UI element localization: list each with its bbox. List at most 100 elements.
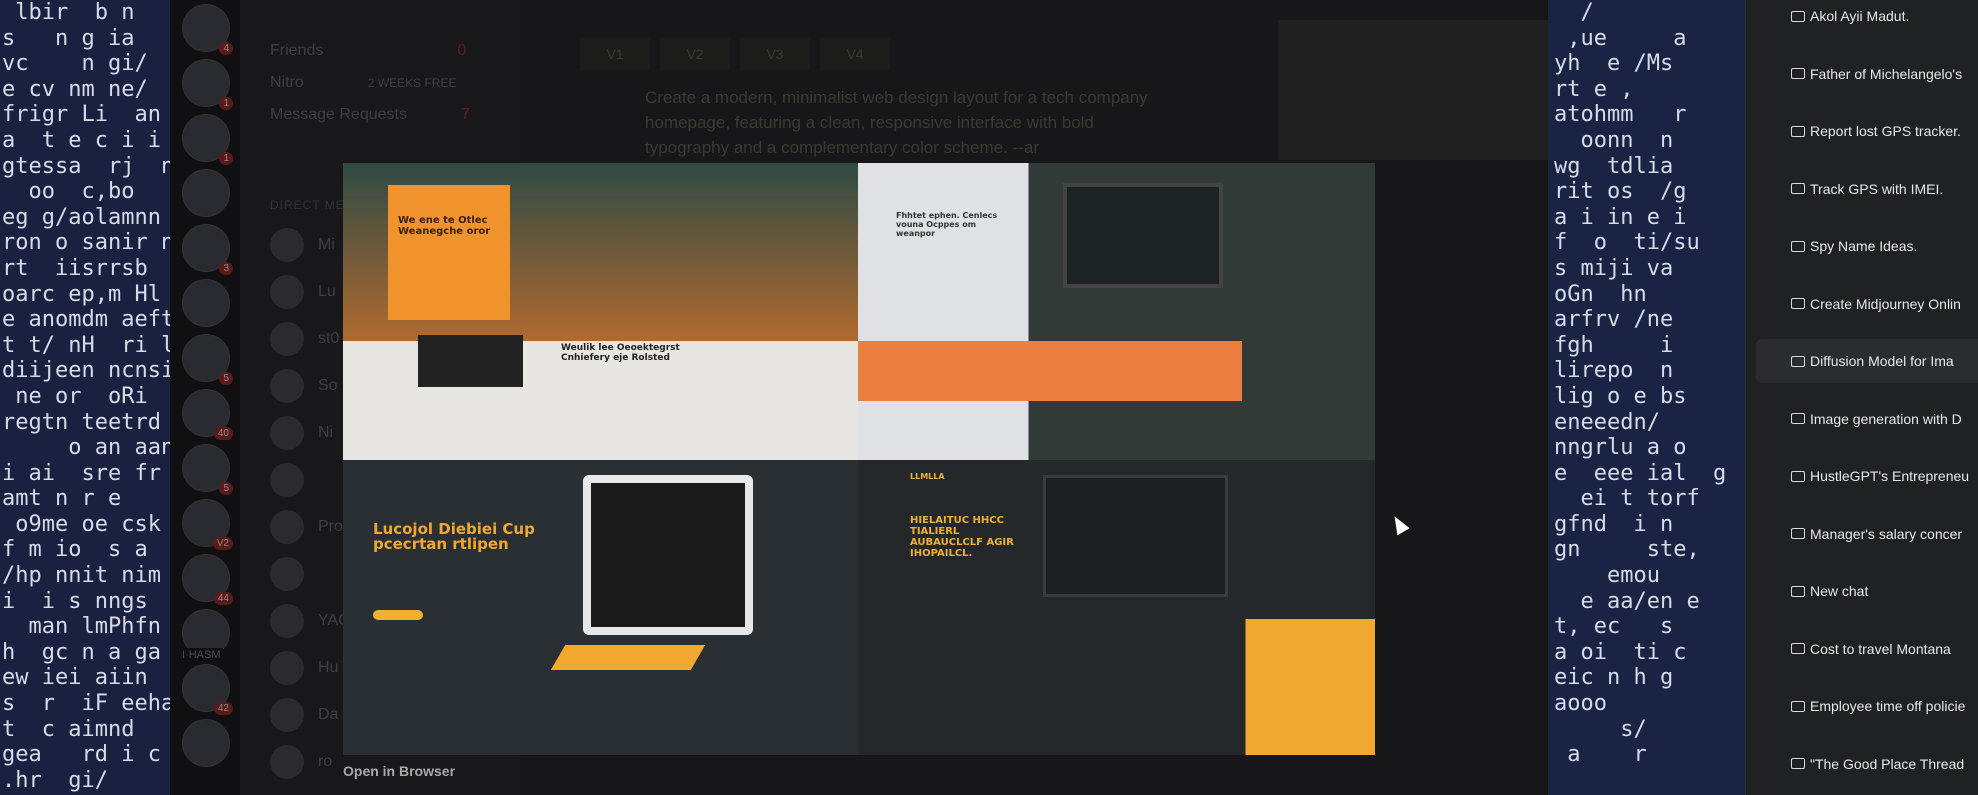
conversation-item[interactable]: Diffusion Model for Ima [1756,339,1978,383]
avatar [270,651,304,685]
server-list: 4 1 1 3 5 40 5 V2 44 42 [170,0,240,795]
conversation-item[interactable]: Report lost GPS tracker. [1756,109,1978,153]
server-icon[interactable]: 1 [182,114,233,165]
image-quadrant-3[interactable]: Lucojol Diebiei Cup pcecrtan rtlipen [343,460,858,755]
server-icon[interactable]: 5 [182,334,233,385]
conversation-item[interactable]: Create Midjourney Onlin [1756,282,1978,326]
server-icon[interactable]: 42 [182,664,233,715]
conversation-item[interactable]: Spy Name Ideas. [1756,224,1978,268]
image-quadrant-1[interactable]: We ene te Otlec Weanegche oror Weulik le… [343,163,858,460]
dm-item[interactable]: Hu [270,651,338,685]
dm-nav-nitro[interactable]: Nitro 2 WEEKS FREE [270,74,456,92]
q4-logo: LLMLLA [910,472,945,481]
open-in-browser-link[interactable]: Open in Browser [343,763,455,779]
v2-button[interactable]: V2 [660,38,730,70]
dm-item[interactable]: Da [270,698,338,732]
server-badge: 40 [213,427,233,440]
q4-heading: HIELAITUC HHCC TIALIERL AUBAUCLCLF AGIR … [910,515,1014,559]
nitro-badge: 2 WEEKS FREE [367,76,457,90]
avatar [270,369,304,403]
server-icon[interactable]: 44 [182,554,233,605]
q2-heading: Fhhtet ephen. Cenlecs vouna Ocppes om we… [896,211,998,238]
server-icon[interactable]: 1 [182,59,233,110]
dm-nav-friends[interactable]: Friends 0 [270,42,466,60]
message-requests-badge: 7 [460,106,470,123]
chat-bubble-icon [1791,183,1805,194]
message-requests-label: Message Requests [270,106,407,123]
server-icon[interactable]: V2 [182,499,233,550]
chat-bubble-icon [1791,68,1805,79]
image-quadrant-2[interactable]: Fhhtet ephen. Cenlecs vouna Ocppes om we… [858,163,1375,460]
image-preview-modal[interactable]: We ene te Otlec Weanegche oror Weulik le… [343,163,1375,755]
dm-item[interactable]: Mi [270,228,335,262]
dm-item[interactable]: Pro [270,510,343,544]
dm-item[interactable]: YAC [270,604,350,638]
dm-item[interactable] [270,557,318,591]
conversation-title: Report lost GPS tracker. [1810,123,1961,139]
dm-name: Ni [318,424,334,441]
server-icon[interactable] [182,169,230,217]
orange-footer [858,341,1242,401]
conversation-item[interactable]: Employee time off policie [1756,684,1978,728]
dm-nav-message-requests[interactable]: Message Requests 7 [270,106,470,124]
dm-item[interactable]: ro [270,745,332,779]
conversation-title: "The Good Place Thread [1810,755,1965,772]
chat-bubble-icon [1791,10,1805,22]
dm-name: So [318,377,338,394]
server-badge: 3 [219,262,233,275]
avatar [270,322,304,356]
conversation-item[interactable]: Father of Michelangelo's [1756,52,1978,96]
footer-band [858,619,1375,755]
dm-item[interactable] [270,463,318,497]
chat-bubble-icon [1791,758,1805,769]
conversation-item[interactable]: Manager's salary concer [1756,512,1978,556]
server-icon[interactable] [182,279,230,327]
avatar [270,604,304,638]
dm-item[interactable]: st0 [270,322,339,356]
v1-button[interactable]: V1 [580,38,650,70]
dm-item[interactable]: Ni [270,416,333,450]
dm-name: Pro [318,518,343,535]
conversation-item[interactable]: Image generation with D [1756,397,1978,441]
dm-item[interactable]: Lu [270,275,336,309]
conversation-item[interactable]: "The Good Place Thread [1756,742,1978,786]
chat-bubble-icon [1791,125,1805,137]
prompt-text: Create a modern, minimalist web design l… [645,88,1148,157]
link-preview [1278,20,1548,160]
hero-card: We ene te Otlec Weanegche oror [388,185,510,320]
chat-bubble-icon [1791,413,1805,424]
server-badge: 1 [219,97,233,110]
server-badge: 42 [213,702,233,715]
nitro-label: Nitro [270,74,304,91]
q1-subheading: Weulik lee Oeoektegrst Cnhiefery eje Rol… [561,343,680,363]
friends-badge: 0 [457,42,467,59]
conversation-item[interactable]: HustleGPT's Entrepreneu [1756,454,1978,498]
conversation-title: Manager's salary concer [1810,525,1963,542]
server-badge: 5 [219,482,233,495]
conversation-item[interactable]: Akol Ayii Madut. [1756,0,1978,38]
dm-name: ro [318,753,333,770]
server-icon[interactable]: 3 [182,224,233,275]
conversation-title: Diffusion Model for Ima [1810,353,1954,369]
q3-heading: Lucojol Diebiei Cup pcecrtan rtlipen [373,520,535,553]
conversation-item[interactable]: New chat [1756,569,1978,613]
image-quadrant-4[interactable]: LLMLLA HIELAITUC HHCC TIALIERL AUBAUCLCL… [858,460,1375,755]
conversation-title: Track GPS with IMEI. [1810,180,1944,197]
conversation-title: Spy Name Ideas. [1810,238,1918,254]
conversation-title: HustleGPT's Entrepreneu [1810,468,1970,484]
chat-bubble-icon [1791,470,1805,482]
server-icon[interactable]: 4 [182,4,233,55]
cta-button [373,610,423,620]
server-badge: 4 [219,42,233,55]
server-icon[interactable]: 5 [182,444,233,495]
conversation-item[interactable]: Track GPS with IMEI. [1756,167,1978,211]
server-label: I·HASM [180,648,223,662]
laptop-mockup [1043,475,1228,597]
v3-button[interactable]: V3 [740,38,810,70]
server-icon[interactable] [182,719,230,767]
dm-item[interactable]: So [270,369,338,403]
conversation-item[interactable]: Cost to travel Montana [1756,627,1978,671]
v4-button[interactable]: V4 [820,38,890,70]
avatar [270,698,304,732]
server-icon[interactable]: 40 [182,389,233,440]
